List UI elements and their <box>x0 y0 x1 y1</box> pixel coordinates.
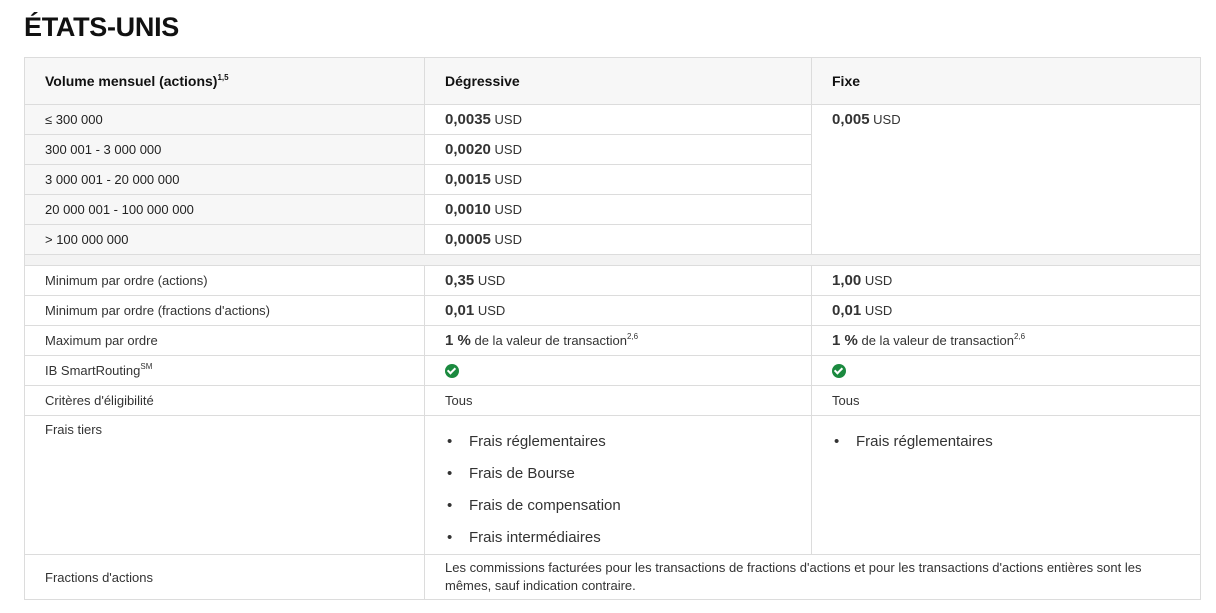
tiered-value: 0,35 <box>445 272 475 289</box>
row-label: Fractions d'actions <box>24 554 425 600</box>
row-label: Maximum par ordre <box>24 325 425 356</box>
table-row: Minimum par ordre (actions) 0,35 USD 1,0… <box>24 265 1201 296</box>
tier-label: ≤ 300 000 <box>24 104 425 135</box>
tier-rate-value: 0,0020 <box>445 141 491 158</box>
list-item: Frais réglementaires <box>447 426 791 458</box>
tier-rate-currency: USD <box>494 202 522 217</box>
fixed-cell: Tous <box>811 385 1201 416</box>
tiered-currency: USD <box>477 273 506 288</box>
fixed-cell: 1 % de la valeur de transaction2,6 <box>811 325 1201 356</box>
tier-rate: 0,0010 USD <box>424 194 812 225</box>
fixed-value: 1,00 <box>832 272 862 289</box>
fractions-note: Les commissions facturées pour les trans… <box>424 554 1201 600</box>
fixed-cell <box>811 355 1201 386</box>
smartrouting-label: IB SmartRouting <box>45 363 141 378</box>
row-label: Frais tiers <box>24 415 425 555</box>
table-row: Fractions d'actions Les commissions fact… <box>24 554 1201 600</box>
fixed-footnote: 2,6 <box>1013 332 1026 341</box>
tier-rate-value: 0,0005 <box>445 231 491 248</box>
tier-label: > 100 000 000 <box>24 224 425 255</box>
check-circle-icon <box>832 364 846 379</box>
table-row: Maximum par ordre 1 % de la valeur de tr… <box>24 325 1201 356</box>
tier-rate: 0,0005 USD <box>424 224 812 255</box>
fixed-value: 0,01 <box>832 302 862 319</box>
table-row: Frais tiers Frais réglementaires Frais d… <box>24 415 1201 555</box>
tiered-cell: 0,01 USD <box>424 295 812 326</box>
fixed-rate-value: 0,005 <box>832 111 870 128</box>
tiered-cell: 1 % de la valeur de transaction2,6 <box>424 325 812 356</box>
header-fixed: Fixe <box>811 57 1201 105</box>
fixed-fees-list: Frais réglementaires <box>832 426 1180 458</box>
tier-rate-currency: USD <box>494 142 522 157</box>
table-separator <box>24 254 1201 266</box>
tier-rate-value: 0,0015 <box>445 171 491 188</box>
tier-rate-currency: USD <box>494 172 522 187</box>
row-label: Minimum par ordre (actions) <box>24 265 425 296</box>
tiered-value: 0,01 <box>445 302 475 319</box>
tiered-cell: 0,35 USD <box>424 265 812 296</box>
tier-label: 20 000 001 - 100 000 000 <box>24 194 425 225</box>
tiered-footnote: 2,6 <box>626 332 639 341</box>
table-row: Critères d'éligibilité Tous Tous <box>24 385 1201 416</box>
tier-rate-value: 0,0010 <box>445 201 491 218</box>
list-item: Frais de Bourse <box>447 458 791 490</box>
tier-rate: 0,0020 USD <box>424 134 812 165</box>
table-row: ≤ 300 000 0,0035 USD 0,005 USD <box>24 104 1201 255</box>
tier-rate: 0,0035 USD <box>424 104 812 135</box>
row-label: Minimum par ordre (fractions d'actions) <box>24 295 425 326</box>
tiered-currency: USD <box>477 303 506 318</box>
tier-rate-currency: USD <box>494 232 522 247</box>
fixed-cell: 1,00 USD <box>811 265 1201 296</box>
header-volume: Volume mensuel (actions)1,5 <box>24 57 425 105</box>
table-row: Minimum par ordre (fractions d'actions) … <box>24 295 1201 326</box>
page-title: ÉTATS-UNIS <box>24 12 179 42</box>
tiered-fees-list: Frais réglementaires Frais de Bourse Fra… <box>445 426 791 554</box>
header-volume-footnote: 1,5 <box>217 73 229 82</box>
tiered-value: 1 % <box>445 332 471 349</box>
fixed-currency: USD <box>864 273 893 288</box>
table-header-row: Volume mensuel (actions)1,5 Dégressive F… <box>24 57 1201 105</box>
smartrouting-sup: SM <box>140 362 153 371</box>
header-tiered: Dégressive <box>424 57 812 105</box>
fixed-rate: 0,005 USD <box>811 104 1201 255</box>
tiered-text: de la valeur de transaction <box>474 333 627 348</box>
separator-cell <box>24 254 1201 266</box>
check-circle-icon <box>445 364 459 379</box>
row-label: IB SmartRoutingSM <box>24 355 425 386</box>
tier-rate-currency: USD <box>494 112 522 127</box>
list-item: Frais intermédiaires <box>447 522 791 554</box>
tier-label: 3 000 001 - 20 000 000 <box>24 164 425 195</box>
tiered-cell: Tous <box>424 385 812 416</box>
list-item: Frais réglementaires <box>834 426 1180 458</box>
fixed-cell: Frais réglementaires <box>811 415 1201 555</box>
fixed-cell: 0,01 USD <box>811 295 1201 326</box>
fixed-currency: USD <box>864 303 893 318</box>
fixed-text: de la valeur de transaction <box>861 333 1014 348</box>
tier-rate-value: 0,0035 <box>445 111 491 128</box>
row-label: Critères d'éligibilité <box>24 385 425 416</box>
table-row: IB SmartRoutingSM <box>24 355 1201 386</box>
tier-label: 300 001 - 3 000 000 <box>24 134 425 165</box>
tier-rate: 0,0015 USD <box>424 164 812 195</box>
tiered-cell <box>424 355 812 386</box>
fixed-rate-currency: USD <box>873 112 901 127</box>
tiered-cell: Frais réglementaires Frais de Bourse Fra… <box>424 415 812 555</box>
list-item: Frais de compensation <box>447 490 791 522</box>
fixed-value: 1 % <box>832 332 858 349</box>
header-volume-label: Volume mensuel (actions) <box>45 73 218 89</box>
pricing-table: Volume mensuel (actions)1,5 Dégressive F… <box>24 57 1201 600</box>
